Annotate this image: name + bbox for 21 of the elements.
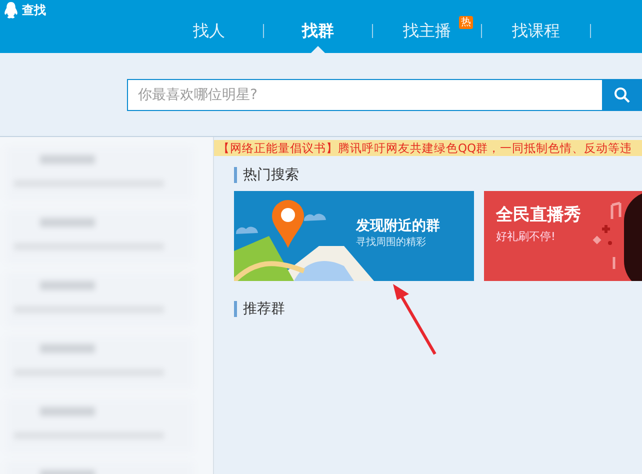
notice-banner[interactable]: 【网络正能量倡议书】腾讯呼吁网友共建绿色QQ群，一同抵制色情、反动等违	[214, 140, 642, 156]
tab-pointer-icon	[311, 46, 325, 53]
annotation-arrow	[391, 284, 439, 356]
window-title: 查找	[22, 2, 46, 18]
nav-tab[interactable]: 找课程	[512, 20, 560, 42]
section-heading: 热门搜索	[234, 167, 642, 183]
card-subtitle: 寻找周围的精彩	[356, 236, 427, 249]
promo-card[interactable]: 发现附近的群 寻找周围的精彩	[234, 191, 474, 281]
section-heading: 推荐群	[234, 301, 642, 317]
card-title: 发现附近的群	[356, 217, 440, 235]
nav-tab[interactable]: 找人	[193, 20, 225, 42]
card-title: 全民直播秀	[496, 204, 581, 226]
penguin-icon	[4, 2, 18, 18]
nav-tab[interactable]: 找群	[302, 20, 334, 42]
search-button[interactable]	[602, 78, 642, 110]
search-field[interactable]: 你最喜欢哪位明星?	[127, 78, 602, 110]
nav-tab[interactable]: 找主播	[403, 20, 451, 42]
search-icon	[614, 86, 630, 102]
promo-card[interactable]: 全民直播秀 好礼刷不停!	[484, 191, 642, 281]
hot-badge: 热	[459, 16, 473, 29]
card-subtitle: 好礼刷不停!	[496, 229, 556, 244]
